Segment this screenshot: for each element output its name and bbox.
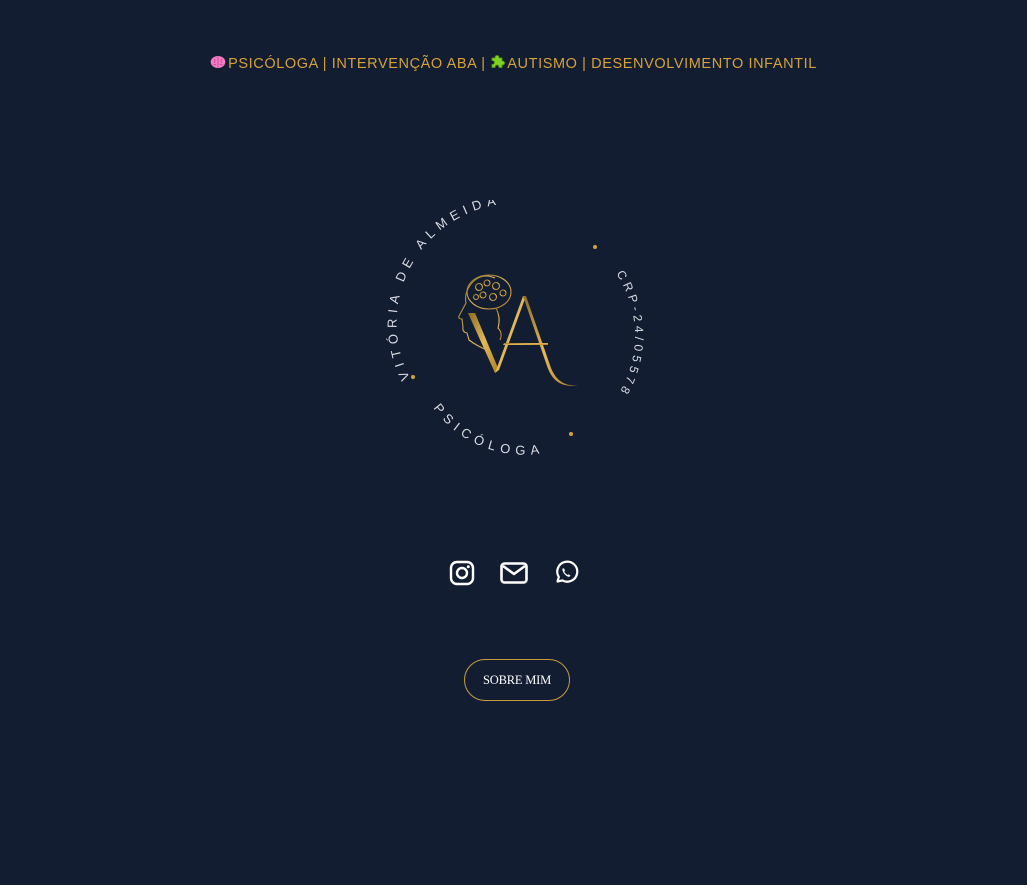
brain-icon — [210, 55, 226, 73]
tagline-part-2: AUTISMO | DESENVOLVIMENTO INFANTIL — [507, 56, 817, 72]
brand-logo: VITÓRIA DE ALMEIDA CRP-24/05578 PSICÓLOG… — [383, 192, 653, 470]
instagram-link[interactable] — [447, 558, 477, 588]
social-links — [0, 558, 1027, 588]
logo-role-arc: PSICÓLOGA — [431, 400, 546, 457]
whatsapp-icon — [555, 560, 578, 583]
logo-name-arc: VITÓRIA DE ALMEIDA — [385, 200, 503, 383]
tagline-part-1: PSICÓLOGA | INTERVENÇÃO ABA | — [228, 56, 491, 72]
whatsapp-link[interactable] — [551, 558, 581, 588]
email-link[interactable] — [499, 558, 529, 588]
logo-dot-top-right — [593, 245, 597, 249]
instagram-icon — [449, 560, 474, 586]
logo-crp-arc: CRP-24/05578 — [614, 268, 647, 400]
envelope-icon — [499, 562, 528, 584]
logo-dot-left — [411, 375, 415, 379]
va-monogram — [468, 296, 579, 386]
header-tagline: PSICÓLOGA | INTERVENÇÃO ABA | AUTISMO | … — [0, 54, 1027, 73]
about-me-button[interactable]: SOBRE MIM — [464, 659, 570, 701]
logo-dot-bottom — [569, 432, 573, 436]
puzzle-piece-icon — [490, 54, 506, 73]
